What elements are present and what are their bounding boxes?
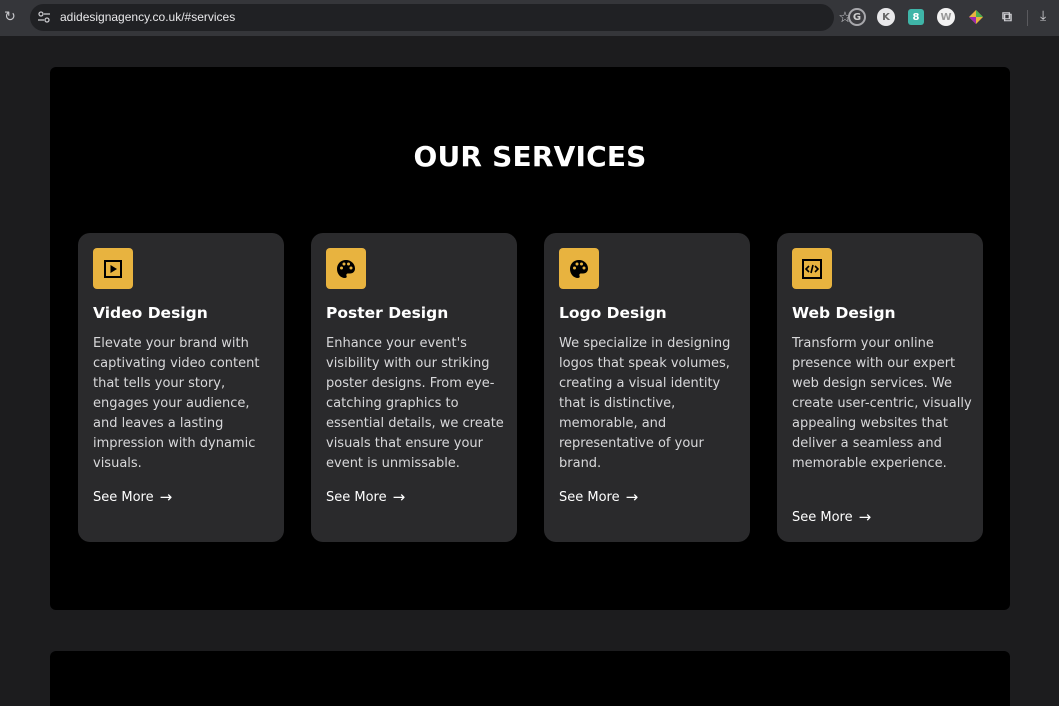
service-card-logo: Logo Design We specialize in designing l… [544, 233, 750, 542]
extension-8-icon[interactable]: 8 [908, 9, 924, 25]
card-title: Web Design [792, 304, 896, 322]
see-more-link[interactable]: See More → [326, 488, 405, 506]
download-icon[interactable]: ⤓ [1040, 8, 1058, 26]
arrow-right-icon[interactable]: → [626, 488, 639, 506]
arrow-right-icon[interactable]: → [859, 508, 872, 526]
profile-extension-icon[interactable]: K [877, 8, 895, 26]
see-more-label[interactable]: See More [326, 490, 387, 505]
address-bar[interactable]: adidesignagency.co.uk/#services ☆ [30, 4, 852, 31]
play-icon [93, 248, 133, 289]
white-extension-icon[interactable]: W [937, 8, 955, 26]
service-card-web: Web Design Transform your online presenc… [777, 233, 983, 542]
card-title: Logo Design [559, 304, 667, 322]
arrow-right-icon[interactable]: → [393, 488, 406, 506]
services-section: OUR SERVICES Video Design Elevate your b… [50, 67, 1010, 610]
see-more-link[interactable]: See More → [559, 488, 638, 506]
see-more-link[interactable]: See More → [792, 508, 871, 526]
url-text[interactable]: adidesignagency.co.uk/#services [60, 10, 235, 24]
service-card-video: Video Design Elevate your brand with cap… [78, 233, 284, 542]
see-more-label[interactable]: See More [93, 490, 154, 505]
arrow-right-icon[interactable]: → [160, 488, 173, 506]
see-more-label[interactable]: See More [559, 490, 620, 505]
card-title: Poster Design [326, 304, 449, 322]
card-description: Transform your online presence with our … [792, 336, 972, 471]
palette-icon [326, 248, 366, 289]
service-card-poster: Poster Design Enhance your event's visib… [311, 233, 517, 542]
card-description: Elevate your brand with captivating vide… [93, 336, 260, 471]
code-icon [792, 248, 832, 289]
next-section [50, 651, 1010, 706]
card-description: Enhance your event's visibility with our… [326, 336, 504, 471]
puzzle-extensions-icon[interactable]: ⧉ [998, 8, 1016, 26]
toolbar-divider [1027, 10, 1028, 26]
card-description: We specialize in designing logos that sp… [559, 336, 731, 471]
color-extension-icon[interactable] [968, 9, 984, 25]
browser-toolbar: ↻ adidesignagency.co.uk/#services ☆ G K … [0, 0, 1059, 36]
site-info-icon[interactable] [37, 10, 51, 24]
card-title: Video Design [93, 304, 208, 322]
section-title: OUR SERVICES [413, 140, 647, 173]
see-more-link[interactable]: See More → [93, 488, 172, 506]
palette-icon [559, 248, 599, 289]
grammarly-extension-icon[interactable]: G [848, 8, 866, 26]
reload-icon[interactable]: ↻ [2, 9, 18, 25]
see-more-label[interactable]: See More [792, 510, 853, 525]
